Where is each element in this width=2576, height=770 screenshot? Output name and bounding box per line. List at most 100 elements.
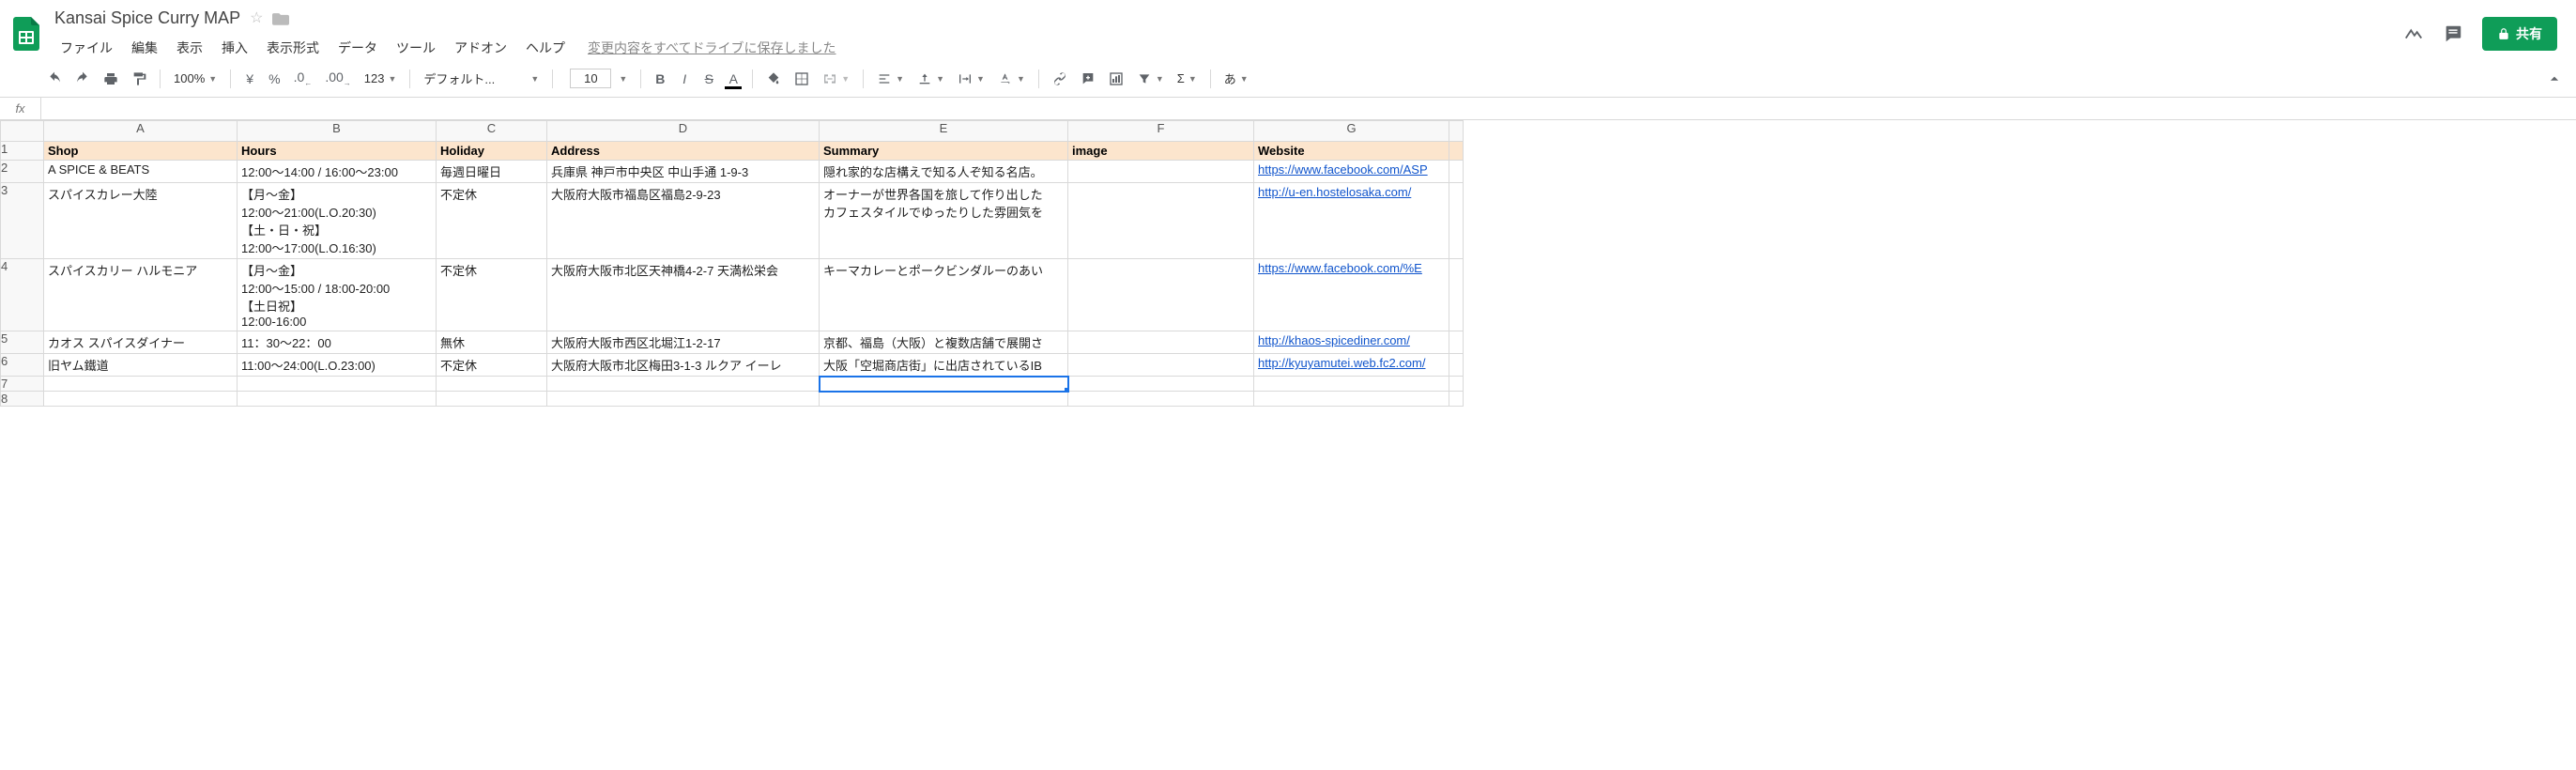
cell[interactable] <box>44 377 238 392</box>
undo-button[interactable] <box>41 68 68 90</box>
fx-label[interactable]: fx <box>0 98 41 119</box>
row-header[interactable]: 1 <box>1 142 44 161</box>
cell[interactable] <box>547 377 820 392</box>
more-formats-dropdown[interactable]: 123▼ <box>359 68 403 89</box>
insert-link-button[interactable] <box>1047 68 1073 90</box>
h-align-button[interactable]: ▼ <box>871 68 910 90</box>
share-button[interactable]: 共有 <box>2482 17 2557 51</box>
cell[interactable]: スパイスカリー ハルモニア <box>44 259 238 331</box>
text-wrap-button[interactable]: ▼ <box>952 68 990 90</box>
cell[interactable]: 旧ヤム鐵道 <box>44 354 238 377</box>
cell[interactable]: 【月〜金】 12:00〜21:00(L.O.20:30) 【土・日・祝】 12:… <box>238 183 437 259</box>
header-cell[interactable]: Address <box>547 142 820 161</box>
cell[interactable] <box>547 392 820 407</box>
row-header[interactable]: 2 <box>1 161 44 183</box>
italic-button[interactable]: I <box>673 68 696 90</box>
insert-chart-button[interactable] <box>1103 68 1129 90</box>
move-folder-icon[interactable] <box>272 11 289 25</box>
website-link[interactable]: https://www.facebook.com/ASP <box>1258 162 1428 177</box>
borders-button[interactable] <box>789 68 815 90</box>
v-align-button[interactable]: ▼ <box>912 68 950 90</box>
cell[interactable] <box>437 377 547 392</box>
row-header[interactable]: 4 <box>1 259 44 331</box>
header-cell[interactable]: Summary <box>820 142 1068 161</box>
star-icon[interactable]: ☆ <box>250 8 263 27</box>
row-header[interactable]: 5 <box>1 331 44 354</box>
header-cell[interactable]: Shop <box>44 142 238 161</box>
col-header-D[interactable]: D <box>547 121 820 142</box>
functions-button[interactable]: Σ▼ <box>1172 68 1203 89</box>
cell[interactable]: オーナーが世界各国を旅して作り出した カフェスタイルでゆったりした雰囲気を <box>820 183 1068 259</box>
row-header[interactable]: 8 <box>1 392 44 407</box>
cell[interactable]: 大阪府大阪市福島区福島2-9-23 <box>547 183 820 259</box>
cell[interactable]: 兵庫県 神戸市中央区 中山手通 1-9-3 <box>547 161 820 183</box>
sheets-logo[interactable] <box>8 15 45 53</box>
header-cell[interactable]: Hours <box>238 142 437 161</box>
bold-button[interactable]: B <box>649 68 671 90</box>
decrease-decimal-button[interactable]: .0← <box>288 66 318 91</box>
row-header[interactable]: 6 <box>1 354 44 377</box>
cell[interactable] <box>1449 259 1464 331</box>
cell[interactable] <box>1254 392 1449 407</box>
cell[interactable]: スパイスカレー大陸 <box>44 183 238 259</box>
col-header-A[interactable]: A <box>44 121 238 142</box>
paint-format-button[interactable] <box>126 68 152 90</box>
save-status[interactable]: 変更内容をすべてドライブに保存しました <box>588 35 836 61</box>
insert-comment-button[interactable] <box>1075 68 1101 90</box>
cell[interactable]: http://khaos-spicediner.com/ <box>1254 331 1449 354</box>
cell[interactable]: https://www.facebook.com/ASP <box>1254 161 1449 183</box>
format-percent-button[interactable]: % <box>263 68 285 90</box>
cell[interactable]: 大阪府大阪市北区梅田3-1-3 ルクア イーレ <box>547 354 820 377</box>
cell[interactable]: http://kyuyamutei.web.fc2.com/ <box>1254 354 1449 377</box>
select-all-corner[interactable] <box>1 121 44 142</box>
cell[interactable] <box>1449 377 1464 392</box>
cell[interactable] <box>1449 354 1464 377</box>
cell[interactable]: 11：30～22：00 <box>238 331 437 354</box>
input-tools-button[interactable]: あ▼ <box>1219 66 1254 91</box>
cell[interactable] <box>820 392 1068 407</box>
cell[interactable]: 11:00〜24:00(L.O.23:00) <box>238 354 437 377</box>
cell[interactable]: キーマカレーとポークビンダルーのあい <box>820 259 1068 331</box>
col-header-E[interactable]: E <box>820 121 1068 142</box>
header-cell[interactable]: image <box>1068 142 1254 161</box>
header-cell[interactable]: Website <box>1254 142 1449 161</box>
zoom-dropdown[interactable]: 100%▼ <box>168 68 222 89</box>
menu-view[interactable]: 表示 <box>169 35 210 61</box>
strikethrough-button[interactable]: S <box>698 68 720 90</box>
col-header-F[interactable]: F <box>1068 121 1254 142</box>
cell[interactable] <box>238 377 437 392</box>
cell[interactable] <box>820 377 1068 392</box>
cell[interactable] <box>1068 331 1254 354</box>
format-currency-button[interactable]: ¥ <box>238 68 261 90</box>
cell[interactable] <box>1449 392 1464 407</box>
cell[interactable]: 12:00〜14:00 / 16:00〜23:00 <box>238 161 437 183</box>
row-header[interactable]: 3 <box>1 183 44 259</box>
cell[interactable] <box>1068 183 1254 259</box>
menu-file[interactable]: ファイル <box>53 35 120 61</box>
cell[interactable]: 毎週日曜日 <box>437 161 547 183</box>
row-header[interactable]: 7 <box>1 377 44 392</box>
cell[interactable]: 隠れ家的な店構えで知る人ぞ知る名店。 <box>820 161 1068 183</box>
cell[interactable]: https://www.facebook.com/%E <box>1254 259 1449 331</box>
cell[interactable] <box>437 392 547 407</box>
cell[interactable] <box>1254 377 1449 392</box>
font-dropdown[interactable]: デフォルト...▼ <box>418 66 544 91</box>
cell[interactable]: 【月〜金】 12:00〜15:00 / 18:00-20:00 【土日祝】 12… <box>238 259 437 331</box>
cell[interactable]: 不定休 <box>437 183 547 259</box>
merge-cells-button[interactable]: ▼ <box>817 68 855 90</box>
cell[interactable] <box>1068 259 1254 331</box>
cell[interactable] <box>1449 183 1464 259</box>
menu-help[interactable]: ヘルプ <box>518 35 573 61</box>
cell[interactable]: 無休 <box>437 331 547 354</box>
website-link[interactable]: http://u-en.hostelosaka.com/ <box>1258 185 1411 199</box>
fill-color-button[interactable] <box>760 68 787 90</box>
menu-tools[interactable]: ツール <box>389 35 443 61</box>
cell[interactable]: 大阪府大阪市西区北堀江1-2-17 <box>547 331 820 354</box>
cell[interactable] <box>1449 142 1464 161</box>
menu-format[interactable]: 表示形式 <box>259 35 327 61</box>
formula-input[interactable] <box>41 101 2576 116</box>
menu-insert[interactable]: 挿入 <box>214 35 255 61</box>
col-header-extra[interactable] <box>1449 121 1464 142</box>
comments-icon[interactable] <box>2443 23 2463 44</box>
col-header-B[interactable]: B <box>238 121 437 142</box>
